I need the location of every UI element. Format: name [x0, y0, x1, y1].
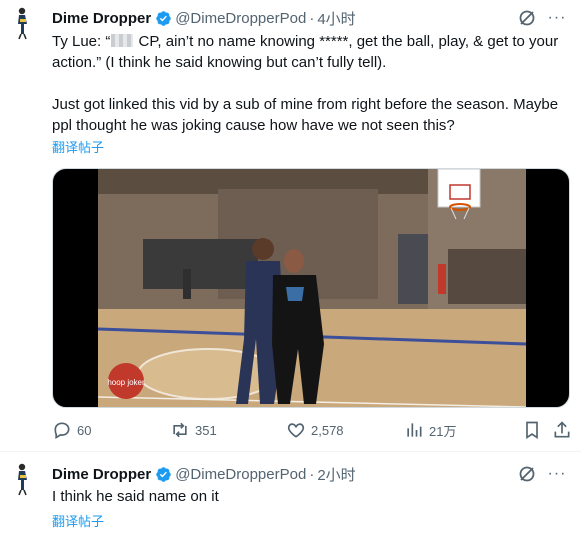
author-name[interactable]: Dime Dropper [52, 466, 151, 483]
repost-count: 351 [195, 422, 217, 438]
more-icon[interactable]: ··· [547, 8, 567, 28]
translate-post-link[interactable]: 翻译帖子 [52, 137, 104, 156]
views-button[interactable]: 21万 [404, 420, 456, 440]
video-media[interactable]: hoop joker [52, 168, 570, 408]
tweet-time[interactable]: 4小时 [317, 8, 355, 29]
tweet-header: Dime Dropper @DimeDropperPod · 4小时 [52, 8, 356, 28]
repost-button[interactable]: 351 [170, 420, 217, 440]
translate-post-link[interactable]: 翻译帖子 [52, 511, 104, 530]
author-name[interactable]: Dime Dropper [52, 10, 151, 27]
video-frame: hoop joker [98, 169, 526, 407]
reply-button[interactable]: 60 [52, 420, 91, 440]
tweet-reply[interactable]: Dime Dropper @DimeDropperPod · 2小时 ··· I… [0, 452, 581, 535]
verified-badge-icon [156, 10, 171, 26]
action-bar: 60 351 2,578 21万 [52, 420, 572, 442]
separator-dot: · [309, 9, 315, 27]
like-button[interactable]: 2,578 [286, 420, 344, 440]
watermark-logo: hoop joker [107, 378, 145, 387]
grok-icon[interactable] [517, 464, 537, 484]
tweet-time[interactable]: 2小时 [317, 464, 355, 485]
tweet-text-part: Ty Lue: “ [52, 33, 111, 50]
repost-icon [173, 422, 187, 438]
more-icon[interactable]: ··· [547, 464, 567, 484]
redacted-word [111, 34, 134, 47]
tweet-text: Ty Lue: “ CP, ain’t no name knowing ****… [52, 31, 572, 136]
reply-icon [54, 422, 70, 439]
bookmark-icon[interactable] [522, 420, 542, 440]
reply-count: 60 [77, 422, 92, 438]
tweet-text: I think he said name on it [52, 486, 572, 507]
author-avatar[interactable] [10, 6, 38, 40]
views-icon [407, 423, 422, 437]
separator-dot: · [309, 465, 315, 483]
like-icon [287, 423, 305, 438]
author-handle[interactable]: @DimeDropperPod [175, 10, 306, 27]
view-count: 21万 [429, 423, 457, 439]
tweet-header: Dime Dropper @DimeDropperPod · 2小时 [52, 464, 356, 484]
author-handle[interactable]: @DimeDropperPod [175, 466, 306, 483]
tweet-text-paragraph: Just got linked this vid by a sub of min… [52, 96, 559, 134]
grok-icon[interactable] [517, 8, 537, 28]
like-count: 2,578 [311, 422, 344, 438]
tweet-main[interactable]: Dime Dropper @DimeDropperPod · 4小时 ··· T… [0, 0, 581, 452]
share-icon[interactable] [552, 420, 572, 440]
verified-badge-icon [156, 466, 171, 482]
author-avatar[interactable] [10, 462, 38, 496]
tweet-text-paragraph: I think he said name on it [52, 488, 219, 505]
